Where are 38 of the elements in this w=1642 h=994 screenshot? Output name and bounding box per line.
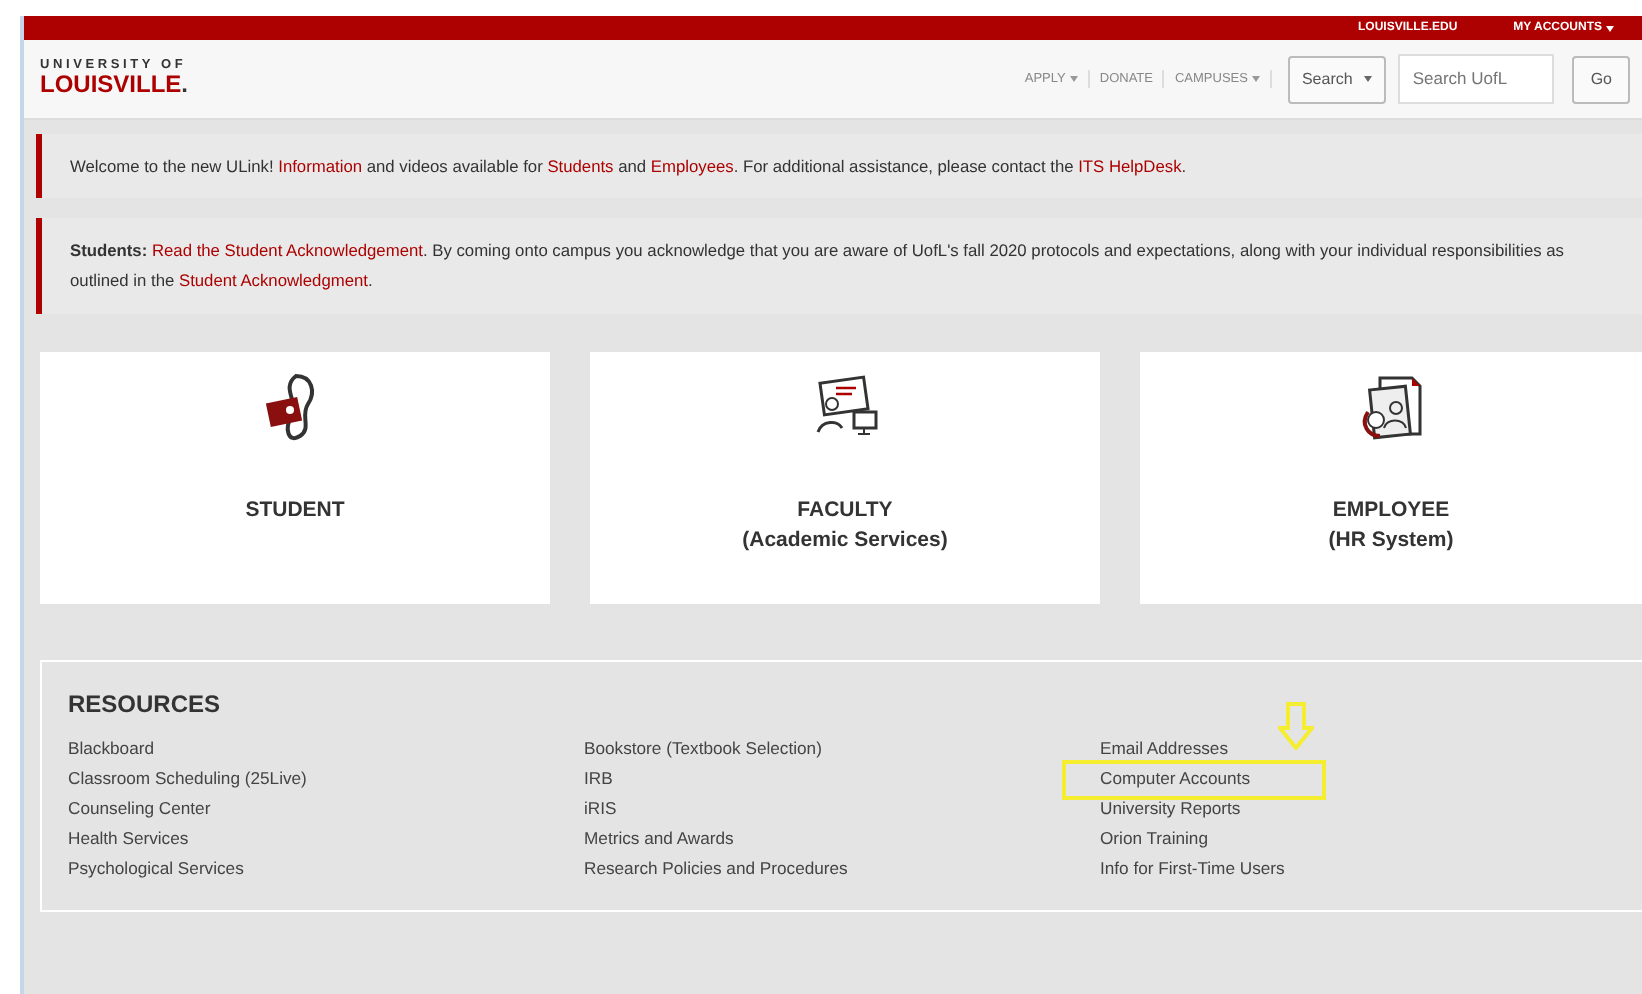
logo-title[interactable]: LOUISVILLE. — [40, 72, 189, 99]
search-scope-dropdown[interactable]: Search — [1287, 55, 1387, 103]
resource-link[interactable]: Counseling Center — [68, 794, 584, 824]
resource-link[interactable]: Computer Accounts — [1100, 764, 1616, 794]
tile-subheading: (HR System) — [1328, 526, 1454, 556]
resource-link[interactable]: University Reports — [1100, 794, 1616, 824]
link[interactable]: Student Acknowledgment — [178, 270, 368, 290]
portal-tile[interactable]: STUDENT — [40, 352, 550, 604]
alert-message: Students: Read the Student Acknowledgement. By coming onto campus you acknowledge that you are aware of UofL's fall 2020 protocols and expectations, along with your individual responsibilities as outlined in the Student Acknowledgment. — [70, 238, 1566, 294]
tile-heading: FACULTY — [795, 496, 895, 526]
portal-tile[interactable]: EMPLOYEE (HR System) — [1140, 352, 1642, 604]
resource-link[interactable]: Psychological Services — [68, 854, 584, 884]
go-button[interactable]: Go — [1572, 55, 1630, 103]
down-arrow-icon — [1278, 702, 1314, 750]
resource-link[interactable]: Health Services — [68, 824, 584, 854]
resource-link[interactable]: iRIS — [584, 794, 1100, 824]
link[interactable]: Read the Student Acknowledgement — [151, 240, 423, 260]
link[interactable]: Employees — [650, 155, 734, 175]
link[interactable]: ITS HelpDesk — [1078, 155, 1182, 175]
link[interactable]: Students — [547, 155, 614, 175]
tile-heading: EMPLOYEE — [1330, 496, 1452, 526]
resource-link[interactable]: Blackboard — [68, 734, 584, 764]
resource-link[interactable]: Research Policies and Procedures — [584, 854, 1100, 884]
tile-heading: STUDENT — [245, 496, 345, 526]
alert-message: Welcome to the new ULink! Information and videos available for Students and Employees. For additional assistance, please contact the ITS HelpDesk. — [70, 153, 1187, 180]
search-field[interactable]: Search UofL — [1398, 54, 1555, 104]
tile-subheading: (Academic Services) — [742, 526, 948, 556]
resource-link[interactable]: Bookstore (Textbook Selection) — [584, 734, 1100, 764]
resource-link[interactable]: Metrics and Awards — [584, 824, 1100, 854]
resource-link[interactable]: Info for First-Time Users — [1100, 854, 1616, 884]
portal-tile[interactable]: FACULTY (Academic Services) — [590, 352, 1100, 604]
section-heading: RESOURCES — [68, 688, 223, 722]
resource-link[interactable]: Orion Training — [1100, 824, 1616, 854]
link[interactable]: Information — [278, 155, 363, 175]
caret-icon — [1364, 76, 1373, 82]
resource-link[interactable]: IRB — [584, 764, 1100, 794]
resource-link[interactable]: Email Addresses — [1100, 734, 1616, 764]
resource-link[interactable]: Classroom Scheduling (25Live) — [68, 764, 584, 794]
